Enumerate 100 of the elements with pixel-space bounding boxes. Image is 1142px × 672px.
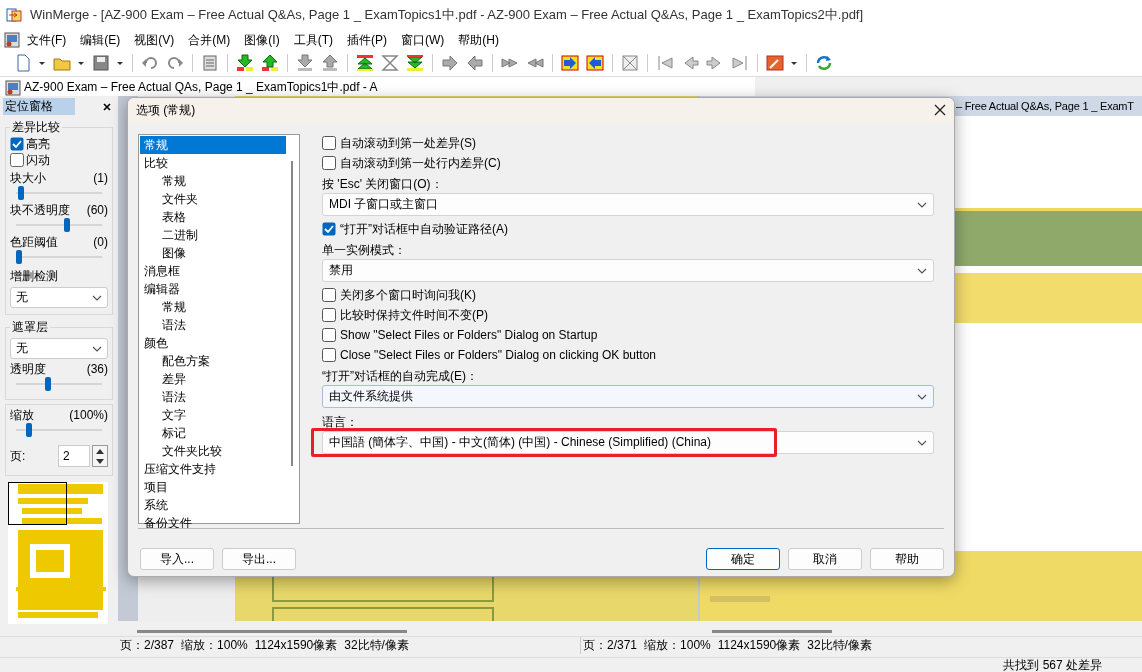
checkbox[interactable]	[10, 153, 24, 167]
menu-item[interactable]: 窗口(W)	[394, 31, 452, 49]
scrollbar[interactable]	[712, 629, 832, 633]
slider-value: (60)	[86, 203, 108, 217]
slider-thumb[interactable]	[44, 377, 51, 391]
arrow-down-icon[interactable]	[236, 54, 254, 72]
tree-item[interactable]: 常规	[140, 136, 286, 154]
dialog-button[interactable]: 导出...	[222, 548, 296, 570]
tree-item[interactable]: 比较	[140, 154, 286, 172]
save-icon[interactable]	[92, 54, 110, 72]
number-field[interactable]: 2	[58, 445, 90, 467]
first-difference-icon[interactable]	[356, 54, 374, 72]
field-label: 增删检测	[10, 268, 59, 285]
tree-item[interactable]: 图像	[140, 244, 286, 262]
child-window-title: AZ-900 Exam – Free Actual QAs, Page 1 _ ExamTopics1中.pdf - A	[24, 79, 378, 96]
tree-item[interactable]: 语法	[140, 388, 286, 406]
menu-item[interactable]: 帮助(H)	[451, 31, 506, 49]
chevron-down-icon	[917, 393, 927, 400]
slider-thumb[interactable]	[18, 186, 25, 200]
field-label: 页:	[10, 447, 26, 465]
dialog-button[interactable]: 帮助	[870, 548, 944, 570]
checkbox-label: Close "Select Files or Folders" Dialog on clicking OK button	[340, 348, 656, 362]
tree-item[interactable]: 常规	[140, 298, 286, 316]
pane-title: 定位窗格	[3, 98, 75, 115]
menu-item[interactable]: 文件(F)	[20, 31, 74, 49]
menu-item[interactable]: 插件(P)	[340, 31, 394, 49]
menu-item[interactable]: 工具(T)	[286, 31, 340, 49]
arrow-up-icon[interactable]	[261, 54, 279, 72]
redo-icon[interactable]	[166, 54, 184, 72]
menu-item[interactable]: 编辑(E)	[73, 31, 128, 49]
tree-item[interactable]: 备份文件	[140, 514, 286, 532]
checkbox[interactable]	[322, 288, 336, 302]
tree-item[interactable]: 标记	[140, 424, 286, 442]
slider-thumb[interactable]	[26, 423, 33, 437]
tree-item[interactable]: 表格	[140, 208, 286, 226]
status-text: 32比特/像素	[807, 637, 872, 654]
scrollbar[interactable]	[137, 629, 407, 633]
close-icon[interactable]	[934, 104, 946, 116]
status-text: 页：2/371	[583, 637, 638, 654]
checkbox[interactable]	[322, 136, 336, 150]
menu-item[interactable]: 视图(V)	[127, 31, 182, 49]
printer-icon[interactable]	[201, 54, 219, 72]
dropdown[interactable]: 禁用	[322, 259, 934, 282]
document-icon[interactable]	[4, 32, 20, 48]
tree-item[interactable]: 系统	[140, 496, 286, 514]
arrow-down-icon[interactable]	[296, 54, 314, 72]
first-page-icon[interactable]	[656, 54, 674, 72]
status-text: 1124x1590像素	[254, 637, 338, 654]
dialog-button[interactable]: 导入...	[140, 548, 214, 570]
checkbox[interactable]	[322, 328, 336, 342]
arrow-up-icon[interactable]	[321, 54, 339, 72]
tree-item[interactable]: 文件夹比较	[140, 442, 286, 460]
slider-thumb[interactable]	[16, 250, 22, 264]
checkbox[interactable]	[322, 156, 336, 170]
status-text: 页：2/387	[120, 637, 175, 654]
dialog-title: 选项 (常规)	[136, 101, 196, 119]
checkbox[interactable]	[322, 222, 336, 236]
tree-item[interactable]: 压缩文件支持	[140, 460, 286, 478]
arrow-right-icon[interactable]	[441, 54, 459, 72]
tree-item[interactable]: 差异	[140, 370, 286, 388]
grid-icon[interactable]	[621, 54, 639, 72]
arrow-left-icon[interactable]	[466, 54, 484, 72]
tree-item[interactable]: 项目	[140, 478, 286, 496]
tree-item[interactable]: 二进制	[140, 226, 286, 244]
slider-value: (0)	[93, 235, 108, 249]
copy-right-icon[interactable]	[561, 54, 579, 72]
refresh-icon[interactable]	[815, 54, 833, 72]
chevron-down-icon	[917, 267, 927, 274]
last-difference-icon[interactable]	[406, 54, 424, 72]
copy-left-icon[interactable]	[586, 54, 604, 72]
tree-item[interactable]: 编辑器	[140, 280, 286, 298]
slider-thumb[interactable]	[64, 218, 70, 232]
dialog-button[interactable]: 取消	[788, 548, 862, 570]
checkbox[interactable]	[322, 308, 336, 322]
chevron-down-icon	[917, 201, 927, 208]
spin-buttons[interactable]	[92, 445, 108, 467]
dialog-button[interactable]: 确定	[706, 548, 780, 570]
checkbox[interactable]	[322, 348, 336, 362]
last-page-icon[interactable]	[731, 54, 749, 72]
dropdown[interactable]: MDI 子窗口或主窗口	[322, 193, 934, 216]
dropdown[interactable]: 无	[10, 287, 108, 308]
dropdown[interactable]: 由文件系统提供	[322, 385, 934, 408]
dropdown[interactable]: 中国語 (簡体字、中国) - 中文(简体) (中国) - Chinese (Simplified) (China)	[322, 431, 934, 454]
menu-item[interactable]: 图像(I)	[237, 31, 287, 49]
chevron-down-icon	[92, 294, 102, 301]
slider-label: 缩放	[10, 406, 34, 424]
tree-item[interactable]: 颜色	[140, 334, 286, 352]
scrollbar[interactable]	[291, 161, 293, 466]
tree-item[interactable]: 消息框	[140, 262, 286, 280]
checkbox[interactable]	[10, 137, 24, 151]
tree-item[interactable]: 文件夹	[140, 190, 286, 208]
dropdown[interactable]: 无	[10, 338, 108, 359]
tree-item[interactable]: 常规	[140, 172, 286, 190]
tree-item[interactable]: 语法	[140, 316, 286, 334]
tree-item[interactable]: 文字	[140, 406, 286, 424]
current-difference-icon[interactable]	[381, 54, 399, 72]
close-icon[interactable]	[103, 102, 111, 111]
tree-item[interactable]: 配色方案	[140, 352, 286, 370]
menu-item[interactable]: 合并(M)	[181, 31, 238, 49]
undo-icon[interactable]	[141, 54, 159, 72]
